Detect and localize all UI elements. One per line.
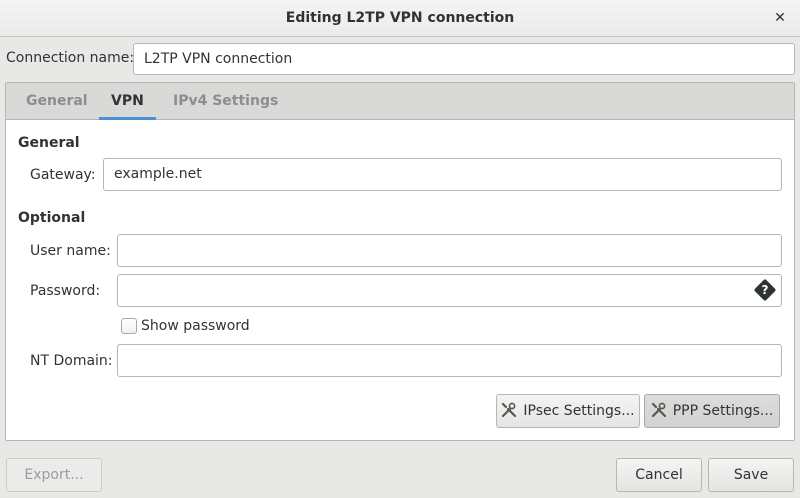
username-label: User name:	[30, 243, 111, 259]
tools-icon	[502, 402, 517, 418]
title-bar: Editing L2TP VPN connection ✕	[0, 0, 800, 37]
cancel-button[interactable]: Cancel	[616, 458, 702, 492]
ipsec-settings-button[interactable]: IPsec Settings...	[496, 394, 640, 428]
password-options-icon[interactable]: ?	[753, 278, 777, 302]
connection-name-label: Connection name:	[6, 50, 135, 66]
tab-general[interactable]: General	[26, 83, 88, 119]
optional-section-title: Optional	[18, 210, 86, 226]
ppp-settings-label: PPP Settings...	[672, 403, 774, 419]
nt-domain-label: NT Domain:	[30, 353, 113, 369]
gateway-label: Gateway:	[30, 167, 96, 183]
ipsec-settings-label: IPsec Settings...	[523, 403, 635, 419]
export-button[interactable]: Export...	[6, 458, 102, 492]
connection-name-input[interactable]: L2TP VPN connection	[133, 43, 795, 75]
close-icon[interactable]: ✕	[770, 8, 790, 28]
settings-notebook: General VPN IPv4 Settings General Gatewa…	[5, 82, 795, 441]
tab-ipv4-settings[interactable]: IPv4 Settings	[173, 83, 278, 119]
tools-icon	[651, 402, 666, 418]
username-input[interactable]	[117, 234, 782, 267]
tab-vpn[interactable]: VPN	[99, 83, 156, 120]
general-section-title: General	[18, 135, 80, 151]
tab-bar: General VPN IPv4 Settings	[6, 83, 794, 120]
save-button[interactable]: Save	[708, 458, 794, 492]
show-password-checkbox[interactable]	[121, 318, 137, 334]
gateway-input[interactable]: example.net	[103, 158, 782, 191]
password-input[interactable]: ?	[117, 274, 782, 307]
window-title: Editing L2TP VPN connection	[285, 10, 515, 26]
show-password-label[interactable]: Show password	[141, 316, 250, 336]
password-label: Password:	[30, 283, 101, 299]
nt-domain-input[interactable]	[117, 344, 782, 377]
ppp-settings-button[interactable]: PPP Settings...	[644, 394, 780, 428]
